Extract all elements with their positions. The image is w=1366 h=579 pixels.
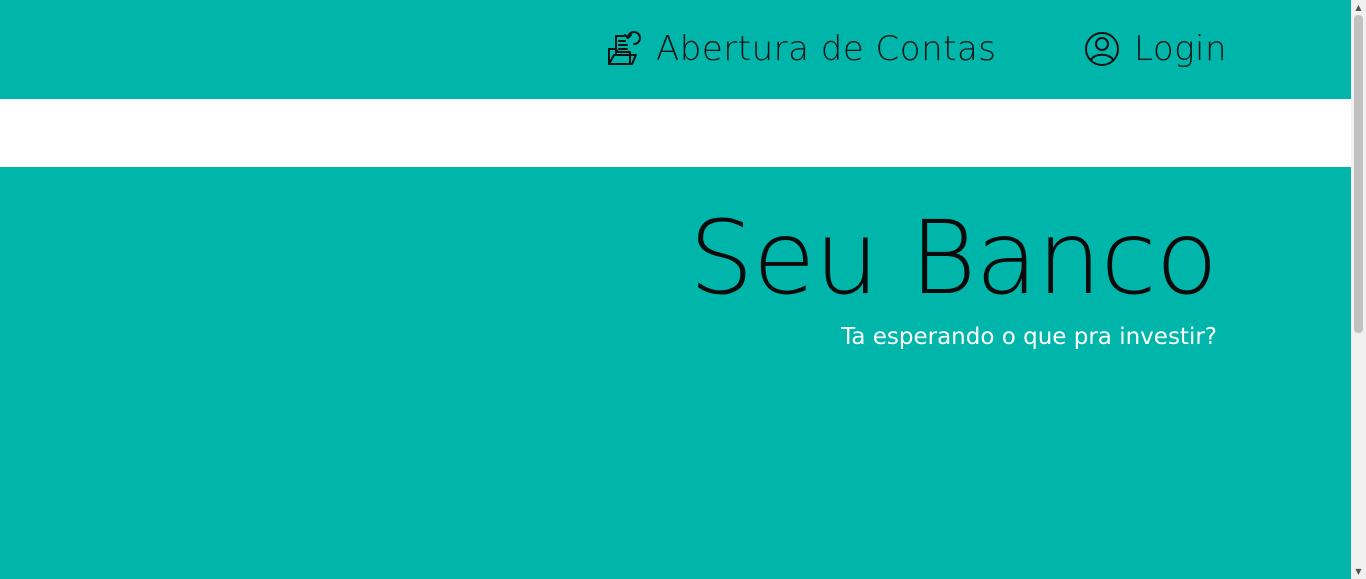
hero-section: Seu Banco Ta esperando o que pra investi…: [0, 167, 1351, 579]
login-link[interactable]: Login: [1084, 24, 1227, 74]
top-navbar: Abertura de Contas Login: [0, 0, 1351, 99]
user-circle-icon: [1084, 29, 1120, 69]
vertical-scrollbar[interactable]: ▲ ▼: [1351, 0, 1366, 579]
white-band: [0, 99, 1351, 167]
folder-upload-icon: [606, 29, 642, 69]
open-account-link[interactable]: Abertura de Contas: [606, 24, 997, 74]
hero-title: Seu Banco: [689, 199, 1218, 318]
scroll-up-icon[interactable]: ▲: [1351, 0, 1366, 15]
page: Abertura de Contas Login Seu Banco Ta es…: [0, 0, 1351, 579]
hero-subtitle: Ta esperando o que pra investir?: [841, 324, 1217, 350]
open-account-label: Abertura de Contas: [656, 29, 997, 69]
scrollbar-thumb[interactable]: [1354, 15, 1363, 333]
login-label: Login: [1134, 29, 1228, 69]
scroll-down-icon[interactable]: ▼: [1351, 564, 1366, 579]
